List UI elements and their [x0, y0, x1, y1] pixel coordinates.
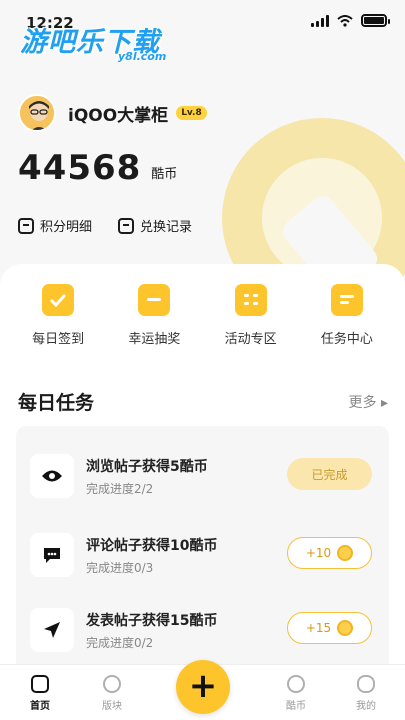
points-detail-label: 积分明细 [40, 220, 93, 235]
tab-home[interactable]: 首页 [14, 675, 66, 712]
task-button-label: +10 [305, 546, 332, 560]
tab-profile[interactable]: 我的 [340, 675, 392, 712]
coin-outline-icon [287, 675, 305, 693]
quick-action-label: 每日签到 [32, 332, 85, 347]
task-reward-button[interactable]: +10 [287, 537, 372, 569]
task-item[interactable]: 发表帖子获得15酷币 完成进度0/2 +15 [16, 598, 389, 658]
coin-unit: 酷币 [151, 167, 178, 182]
plus-icon: + [188, 665, 218, 706]
task-title: 浏览帖子获得5酷币 [86, 459, 208, 475]
send-icon [30, 608, 74, 652]
task-progress: 完成进度0/3 [86, 561, 154, 575]
user-icon [357, 675, 375, 693]
pie-chart-icon [103, 675, 121, 693]
home-icon [31, 675, 49, 693]
task-completed-button[interactable]: 已完成 [287, 458, 372, 490]
bookmark-icon [18, 217, 34, 234]
task-list: 浏览帖子获得5酷币 完成进度2/2 已完成 评论帖子获得10酷币 完成进度0/3… [16, 426, 389, 676]
battery-icon [361, 14, 390, 27]
task-title: 评论帖子获得10酷币 [86, 538, 218, 554]
account-links: 积分明细 兑换记录 [18, 216, 192, 235]
quick-action-lottery[interactable]: 幸运抽奖 [114, 284, 194, 347]
section-title: 每日任务 [18, 392, 95, 414]
quick-action-events[interactable]: 活动专区 [211, 284, 291, 347]
tab-label: 我的 [356, 701, 376, 712]
task-item[interactable]: 评论帖子获得10酷币 完成进度0/3 +10 [16, 523, 389, 583]
coin-amount: 44568 [18, 148, 142, 188]
quick-action-task-center[interactable]: 任务中心 [307, 284, 387, 347]
watermark-subtitle: y8l.com [118, 50, 167, 63]
task-list-icon [330, 284, 363, 316]
quick-action-label: 幸运抽奖 [128, 332, 181, 347]
coin-icon [337, 545, 354, 561]
tab-label: 首页 [30, 701, 50, 712]
wifi-icon [337, 14, 353, 27]
grid-list-icon [234, 284, 267, 316]
exchange-record-label: 兑换记录 [140, 220, 193, 235]
receipt-icon [118, 217, 135, 234]
task-progress: 完成进度2/2 [86, 482, 154, 496]
comment-icon [30, 533, 74, 577]
coin-icon [337, 620, 354, 636]
task-progress: 完成进度0/2 [86, 636, 154, 650]
gift-box-icon [138, 284, 171, 316]
quick-action-label: 任务中心 [320, 332, 373, 347]
task-item[interactable]: 浏览帖子获得5酷币 完成进度2/2 已完成 [16, 444, 389, 504]
task-reward-button[interactable]: +15 [287, 612, 372, 644]
eye-icon [30, 454, 74, 498]
coin-balance: 44568 酷币 [18, 150, 177, 186]
create-post-button[interactable]: + [176, 660, 230, 714]
tab-coins[interactable]: 酷币 [270, 675, 322, 712]
more-link[interactable]: 更多 ▸ [349, 392, 388, 412]
exchange-record-link[interactable]: 兑换记录 [118, 216, 192, 235]
tab-label: 版块 [102, 701, 122, 712]
task-button-label: +15 [305, 621, 332, 635]
avatar[interactable] [18, 94, 56, 132]
watermark-logo: 游吧乐下载 y8l.com [20, 20, 166, 63]
points-detail-link[interactable]: 积分明细 [18, 216, 92, 235]
tab-label: 酷币 [286, 701, 306, 712]
username: iQOO大掌柜 [68, 105, 169, 126]
task-title: 发表帖子获得15酷币 [86, 613, 218, 629]
daily-tasks-header: 每日任务 更多 ▸ [18, 388, 388, 415]
quick-actions: 每日签到 幸运抽奖 活动专区 任务中心 [0, 284, 405, 347]
profile-row[interactable]: iQOO大掌柜 Lv.8 [18, 94, 207, 132]
quick-action-checkin[interactable]: 每日签到 [18, 284, 98, 347]
task-button-label: 已完成 [311, 467, 348, 482]
signal-icon [311, 14, 329, 27]
tab-sections[interactable]: 版块 [86, 675, 138, 712]
level-badge: Lv.8 [176, 106, 207, 120]
calendar-check-icon [42, 284, 75, 316]
quick-action-label: 活动专区 [224, 332, 277, 347]
